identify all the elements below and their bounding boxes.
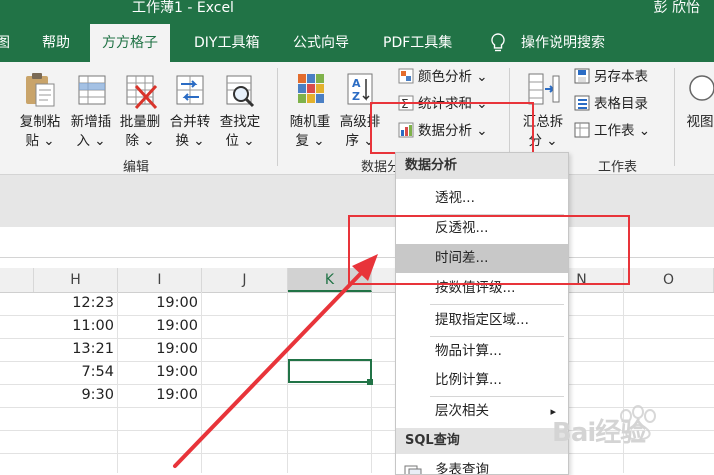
watermark: Bai经验 bbox=[548, 400, 708, 460]
watermark-text: Bai经验 bbox=[552, 418, 646, 448]
